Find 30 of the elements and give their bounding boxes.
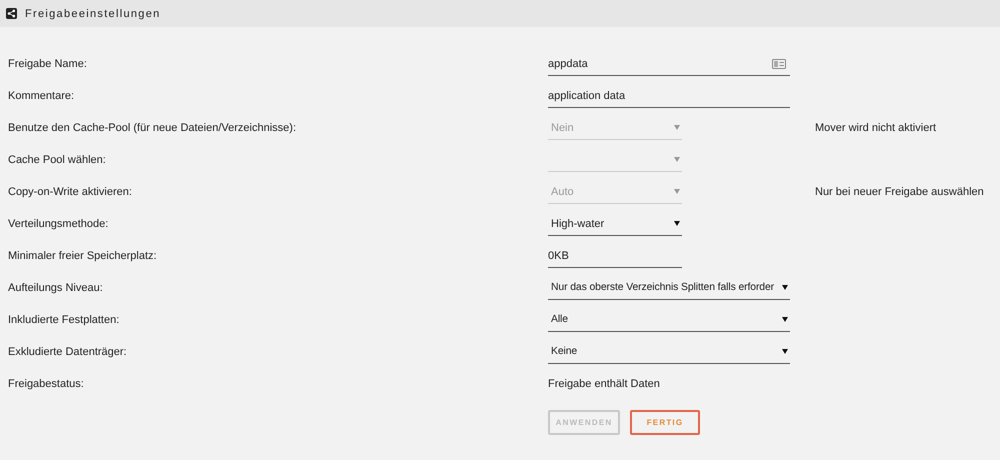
input-field[interactable]: application data <box>548 84 790 108</box>
field-label: Cache Pool wählen: <box>8 154 107 166</box>
field-label: Freigabestatus: <box>8 378 85 390</box>
field-label: Kommentare: <box>8 90 76 102</box>
field-label: Minimaler freier Speicherplatz: <box>8 250 158 262</box>
input-field[interactable]: appdata <box>548 52 790 76</box>
caret-icon <box>782 285 788 290</box>
caret-icon <box>782 349 788 354</box>
field-label: Aufteilungs Niveau: <box>8 282 104 294</box>
caret-icon <box>782 317 788 322</box>
input-field[interactable]: 0KB <box>548 244 682 268</box>
field-label: Benutze den Cache-Pool (für neue Dateien/Verzeichnisse): <box>8 122 298 134</box>
dropdown[interactable]: Nur das oberste Verzeichnis Splitten falls erforder <box>548 276 790 300</box>
caret-icon <box>674 221 680 226</box>
caret-icon <box>674 157 680 162</box>
field-label: Exkludierte Datenträger: <box>8 346 128 358</box>
hint-text: Mover wird nicht aktiviert <box>815 122 938 134</box>
field-label: Freigabe Name: <box>8 58 88 70</box>
dropdown[interactable]: High-water <box>548 212 682 236</box>
field-label: Verteilungsmethode: <box>8 218 110 230</box>
field-label: Inkludierte Festplatten: <box>8 314 120 326</box>
caret-icon <box>674 189 680 194</box>
status-text: Freigabe enthält Daten <box>548 378 660 390</box>
dropdown[interactable]: Keine <box>548 340 790 364</box>
hint-text: Nur bei neuer Freigabe auswählen <box>815 186 985 198</box>
caret-icon <box>674 125 680 130</box>
dropdown[interactable]: Alle <box>548 308 790 332</box>
page-title: Freigabeeinstellungen <box>25 8 161 20</box>
field-label: Copy-on-Write aktivieren: <box>8 186 133 198</box>
share-icon <box>6 8 17 19</box>
